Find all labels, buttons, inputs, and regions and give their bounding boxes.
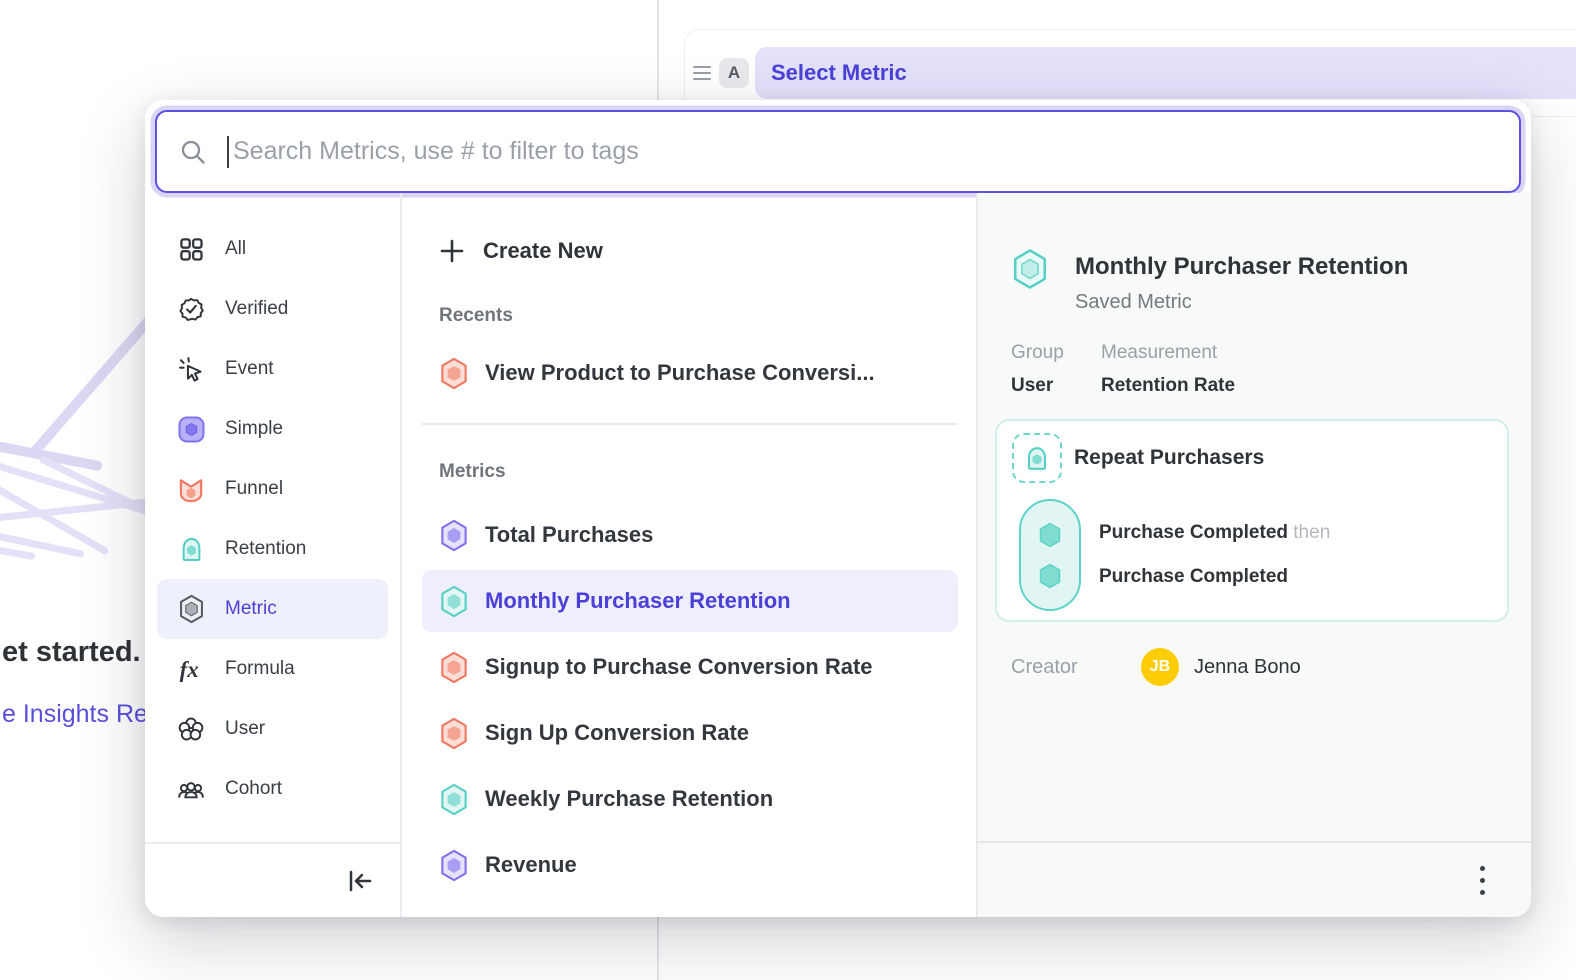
collapse-sidebar-button[interactable] [344, 867, 374, 895]
metric-hexagon-icon-salmon [439, 717, 469, 750]
formula-fx-icon: fx [177, 655, 205, 683]
metric-picker-modal: All Verified [145, 100, 1531, 917]
sidebar-item-label: Formula [225, 658, 295, 680]
metric-row-weekly-purchase-retention[interactable]: Weekly Purchase Retention [422, 768, 958, 830]
verified-badge-icon [177, 295, 205, 323]
group-value: User [1011, 375, 1101, 397]
metric-row-label: Sign Up Conversion Rate [485, 720, 749, 746]
metric-row-monthly-purchaser-retention[interactable]: Monthly Purchaser Retention [422, 570, 958, 632]
retention-icon [177, 535, 205, 563]
metric-row-sign-up-conversion[interactable]: Sign Up Conversion Rate [422, 702, 958, 764]
search-input[interactable] [233, 137, 1497, 166]
metric-row-label: Total Purchases [485, 522, 653, 548]
event-sequence-capsule [1019, 499, 1081, 611]
sidebar-item-label: All [225, 238, 246, 260]
series-letter-badge: A [719, 58, 749, 88]
metric-hexagon-icon-teal [439, 585, 469, 618]
recents-header: Recents [422, 305, 958, 327]
simple-metric-icon [177, 415, 205, 443]
measurement-label: Measurement [1101, 342, 1235, 364]
measurement-value: Retention Rate [1101, 375, 1235, 397]
sidebar-footer [145, 842, 400, 917]
metric-hexagon-icon-salmon [439, 651, 469, 684]
sidebar-item-label: Verified [225, 298, 288, 320]
step2-event: Purchase Completed [1099, 566, 1288, 587]
metric-row-revenue[interactable]: Revenue [422, 834, 958, 896]
sidebar-item-metric[interactable]: Metric [157, 579, 388, 639]
sidebar-item-retention[interactable]: Retention [157, 519, 388, 579]
metric-row-signup-to-purchase[interactable]: Signup to Purchase Conversion Rate [422, 636, 958, 698]
get-started-text: et started. [2, 636, 141, 669]
recent-metric-label: View Product to Purchase Conversi... [485, 360, 875, 386]
group-label: Group [1011, 342, 1101, 364]
detail-subtitle: Saved Metric [1075, 291, 1408, 314]
select-metric-label: Select Metric [771, 60, 907, 86]
metric-hexagon-icon [177, 595, 205, 623]
creator-row: Creator JB Jenna Bono [995, 648, 1509, 686]
metrics-header: Metrics [422, 461, 958, 483]
sidebar-item-event[interactable]: Event [157, 339, 388, 399]
insights-report-link[interactable]: e Insights Re [2, 700, 148, 729]
sidebar-item-all[interactable]: All [157, 219, 388, 279]
svg-text:fx: fx [180, 657, 199, 682]
event-hexagon-icon [1038, 522, 1062, 548]
metric-row-total-purchases[interactable]: Total Purchases [422, 504, 958, 566]
search-box[interactable] [155, 110, 1521, 193]
detail-footer [978, 841, 1531, 917]
avatar: JB [1141, 648, 1179, 686]
search-bar-wrap [145, 100, 1531, 193]
sidebar-item-cohort[interactable]: Cohort [157, 759, 388, 819]
sidebar-item-simple[interactable]: Simple [157, 399, 388, 459]
create-new-label: Create New [483, 238, 603, 264]
kebab-menu-icon[interactable] [1474, 860, 1491, 901]
behavior-title: Repeat Purchasers [1074, 446, 1264, 470]
creator-name: Jenna Bono [1194, 656, 1301, 679]
detail-title: Monthly Purchaser Retention [1075, 248, 1408, 281]
sidebar-item-label: Event [225, 358, 274, 380]
sidebar-item-user[interactable]: User [157, 699, 388, 759]
event-hexagon-icon [1038, 563, 1062, 589]
sidebar-item-label: User [225, 718, 265, 740]
metric-row-label: Revenue [485, 852, 577, 878]
step1-then: then [1293, 522, 1330, 543]
funnel-icon [177, 475, 205, 503]
sidebar-item-label: Simple [225, 418, 283, 440]
metric-hexagon-icon-teal [439, 783, 469, 816]
creator-label: Creator [1011, 656, 1141, 679]
sidebar-item-label: Funnel [225, 478, 283, 500]
filter-sidebar: All Verified [145, 193, 402, 917]
sidebar-item-verified[interactable]: Verified [157, 279, 388, 339]
metric-hexagon-icon-purple [439, 519, 469, 552]
sidebar-item-label: Cohort [225, 778, 282, 800]
drag-handle-icon[interactable] [693, 66, 711, 80]
create-new-button[interactable]: Create New [422, 233, 958, 269]
plus-icon [439, 238, 465, 264]
metric-detail-panel: Monthly Purchaser Retention Saved Metric… [978, 193, 1531, 917]
metric-row-label: Signup to Purchase Conversion Rate [485, 654, 873, 680]
behavior-icon [1012, 433, 1062, 483]
cohort-people-icon [177, 775, 205, 803]
step1-event: Purchase Completed [1099, 522, 1288, 543]
metric-hexagon-icon-salmon [439, 357, 469, 390]
behavior-definition-card: Repeat Purchasers Purchase Completed [995, 419, 1509, 622]
metric-row-label: Weekly Purchase Retention [485, 786, 773, 812]
text-caret [227, 136, 229, 168]
list-divider [422, 423, 958, 425]
grid-icon [177, 235, 205, 263]
recent-metric-row[interactable]: View Product to Purchase Conversi... [422, 345, 958, 401]
metric-row-label: Monthly Purchaser Retention [485, 588, 791, 614]
sidebar-item-label: Metric [225, 598, 277, 620]
user-cluster-icon [177, 715, 205, 743]
metric-list-column: Create New Recents View Product to Purch… [402, 193, 978, 917]
saved-metric-hexagon-icon [1011, 248, 1049, 314]
cursor-click-icon [177, 355, 205, 383]
sidebar-item-formula[interactable]: fx Formula [157, 639, 388, 699]
metric-hexagon-icon-purple [439, 849, 469, 882]
sidebar-item-label: Retention [225, 538, 306, 560]
sidebar-item-funnel[interactable]: Funnel [157, 459, 388, 519]
search-icon [179, 138, 207, 166]
select-metric-button[interactable]: Select Metric [755, 47, 1576, 99]
